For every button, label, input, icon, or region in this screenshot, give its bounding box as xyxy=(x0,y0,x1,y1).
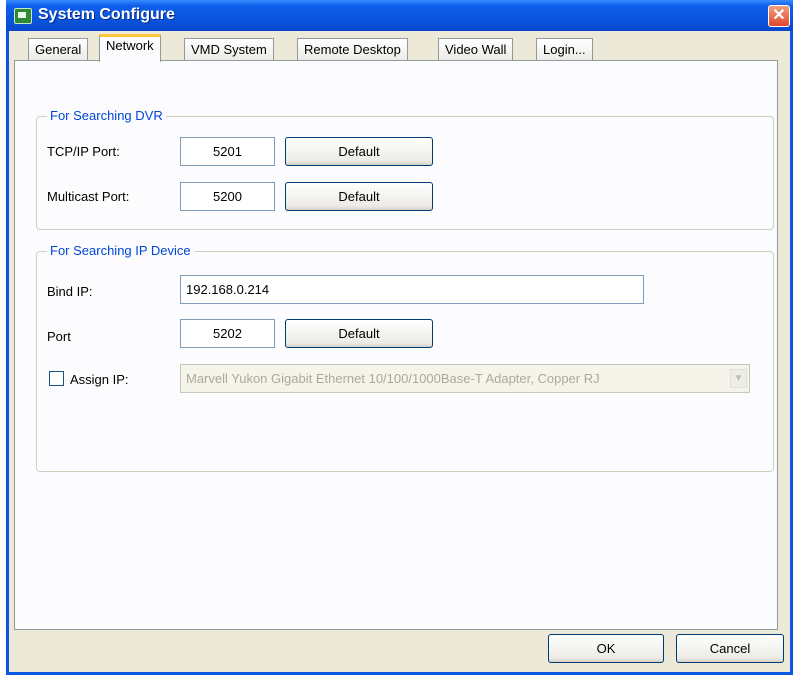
multicast-port-default-button[interactable]: Default xyxy=(285,182,433,211)
tcp-port-default-button[interactable]: Default xyxy=(285,137,433,166)
bind-ip-label: Bind IP: xyxy=(47,284,93,299)
close-button[interactable]: ✕ xyxy=(768,5,790,27)
ok-button[interactable]: OK xyxy=(548,634,664,663)
port-label: Port xyxy=(47,329,71,344)
ip-port-input[interactable]: 5202 xyxy=(180,319,275,348)
bind-ip-input[interactable]: 192.168.0.214 xyxy=(180,275,644,304)
ip-port-default-button[interactable]: Default xyxy=(285,319,433,348)
title-bar[interactable]: System Configure ✕ xyxy=(6,0,793,31)
tab-video-wall[interactable]: Video Wall xyxy=(438,38,514,60)
dvr-group-title: For Searching DVR xyxy=(47,108,166,123)
app-icon xyxy=(14,8,32,24)
tcp-port-input[interactable]: 5201 xyxy=(180,137,275,166)
multicast-port-input[interactable]: 5200 xyxy=(180,182,275,211)
assign-ip-checkbox[interactable] xyxy=(49,371,64,386)
cancel-button[interactable]: Cancel xyxy=(676,634,784,663)
close-icon: ✕ xyxy=(772,7,786,24)
multicast-port-label: Multicast Port: xyxy=(47,189,130,204)
tab-remote-desktop[interactable]: Remote Desktop xyxy=(297,38,408,60)
tab-network[interactable]: Network xyxy=(99,34,161,62)
chevron-down-icon[interactable]: ▼ xyxy=(730,369,747,388)
tab-login[interactable]: Login... xyxy=(536,38,593,60)
tcp-port-label: TCP/IP Port: xyxy=(47,144,120,159)
network-adapter-select[interactable]: Marvell Yukon Gigabit Ethernet 10/100/10… xyxy=(180,364,750,393)
assign-ip-label: Assign IP: xyxy=(70,372,129,387)
tab-vmd-system[interactable]: VMD System xyxy=(184,38,274,60)
ip-group-title: For Searching IP Device xyxy=(47,243,194,258)
network-adapter-value: Marvell Yukon Gigabit Ethernet 10/100/10… xyxy=(186,371,600,386)
tab-general[interactable]: General xyxy=(28,38,89,60)
window-title: System Configure xyxy=(38,6,175,23)
dvr-search-group: For Searching DVR xyxy=(36,108,774,230)
